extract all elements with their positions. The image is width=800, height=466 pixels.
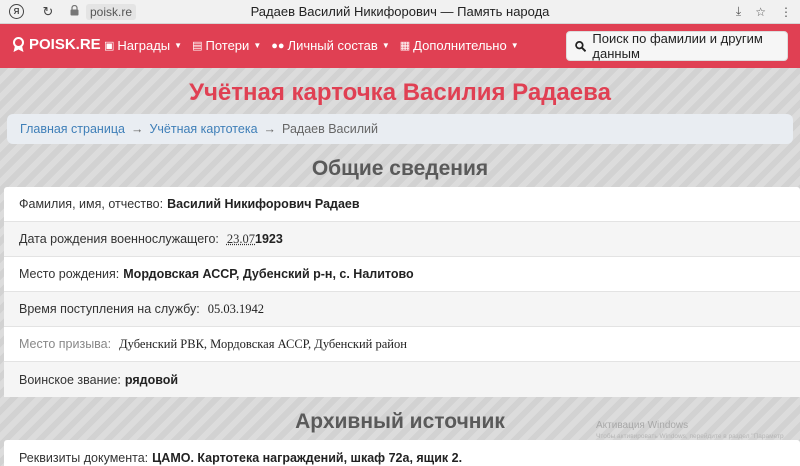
main-menu: ▣ Награды ▼ ▤ Потери ▼ ●● Личный состав …: [104, 38, 519, 53]
site-navbar: POISK.RE ▣ Награды ▼ ▤ Потери ▼ ●● Личны…: [0, 24, 800, 68]
nav-item-awards[interactable]: ▣ Награды ▼: [104, 38, 182, 53]
nav-item-label: Награды: [117, 38, 171, 53]
info-row-document: Реквизиты документа: ЦАМО. Картотека наг…: [4, 440, 800, 466]
search-icon: [575, 40, 587, 52]
row-value: ЦАМО. Картотека награждений, шкаф 72а, я…: [152, 450, 463, 465]
row-label: Воинское звание:: [19, 372, 121, 387]
info-row-service-date: Время поступления на службу: 05.03.1942: [4, 292, 800, 327]
caret-down-icon: ▼: [510, 41, 519, 50]
breadcrumb: Главная страница → Учётная картотека → Р…: [7, 114, 793, 144]
windows-activation-subtext: Чтобы активировать Windows, перейдите в …: [596, 433, 784, 440]
birth-year-value: 1923: [255, 232, 283, 246]
search-button-label: Поиск по фамилии и другим данным: [592, 31, 763, 61]
nav-item-label: Дополнительно: [413, 38, 507, 53]
breadcrumb-current: Радаев Василий: [282, 122, 378, 136]
breadcrumb-home[interactable]: Главная страница: [20, 122, 125, 136]
nav-item-label: Потери: [205, 38, 250, 53]
tab-title: Радаев Василий Никифорович — Память наро…: [250, 4, 550, 19]
award-medal-icon: [13, 36, 24, 52]
row-value: рядовой: [124, 372, 179, 387]
general-info-panel: Фамилия, имя, отчество: Василий Никифоро…: [4, 187, 800, 397]
info-row-birthplace: Место рождения: Мордовская АССР, Дубенск…: [4, 257, 800, 292]
logo-text: POISK.RE: [29, 36, 101, 53]
row-value: Дубенский РВК, Мордовская АССР, Дубенски…: [119, 336, 407, 351]
row-label: Время поступления на службу:: [19, 302, 200, 316]
caret-down-icon: ▼: [253, 41, 262, 50]
row-value: Василий Никифорович Радаев: [167, 197, 360, 211]
windows-activation-watermark: Активация Windows: [596, 420, 689, 431]
row-label: Место рождения:: [19, 267, 120, 281]
page-title: Учётная карточка Василия Радаева: [189, 79, 611, 106]
row-label: Фамилия, имя, отчество:: [19, 197, 164, 211]
nav-item-label: Личный состав: [287, 38, 378, 53]
row-value: 05.03.1942: [207, 301, 264, 316]
browser-toolbar: Я ↻ poisk.re Радаев Василий Никифорович …: [0, 0, 800, 24]
info-row-fullname: Фамилия, имя, отчество: Василий Никифоро…: [4, 187, 800, 222]
nav-item-additional[interactable]: ▦ Дополнительно ▼: [400, 38, 519, 53]
bookmark-icon[interactable]: ☆: [755, 5, 766, 19]
info-row-birthdate: Дата рождения военнослужащего: 23.07 192…: [4, 222, 800, 257]
menu-icon[interactable]: ⋮: [780, 5, 792, 19]
news-icon: ▦: [399, 40, 411, 52]
browser-actions: ⤓ ☆ ⋮: [736, 4, 792, 19]
breadcrumb-card-index[interactable]: Учётная картотека: [149, 122, 257, 136]
book-icon: ▤: [192, 40, 203, 52]
archive-panel: Реквизиты документа: ЦАМО. Картотека наг…: [4, 440, 800, 466]
award-icon: ▣: [104, 40, 115, 52]
row-label: Место призыва:: [19, 337, 112, 351]
breadcrumb-separator: →: [263, 122, 277, 136]
row-label: Реквизиты документа:: [19, 450, 149, 465]
birth-day-value: 23.07: [226, 231, 255, 246]
nav-item-losses[interactable]: ▤ Потери ▼: [192, 38, 261, 53]
nav-item-personnel[interactable]: ●● Личный состав ▼: [271, 38, 390, 53]
section-title-general: Общие сведения: [311, 157, 489, 180]
caret-down-icon: ▼: [174, 41, 183, 50]
info-row-rank: Воинское звание: рядовой: [4, 362, 800, 397]
info-row-conscription-place: Место призыва: Дубенский РВК, Мордовская…: [4, 327, 800, 362]
row-value: Мордовская АССР, Дубенский р-н, с. Налит…: [123, 267, 414, 281]
caret-down-icon: ▼: [381, 41, 390, 50]
search-button[interactable]: Поиск по фамилии и другим данным: [566, 31, 788, 61]
row-label: Дата рождения военнослужащего:: [19, 232, 219, 246]
downloads-icon[interactable]: ⤓: [736, 4, 741, 19]
breadcrumb-separator: →: [130, 122, 144, 136]
users-icon: ●●: [271, 39, 285, 52]
site-logo[interactable]: POISK.RE: [12, 36, 101, 53]
